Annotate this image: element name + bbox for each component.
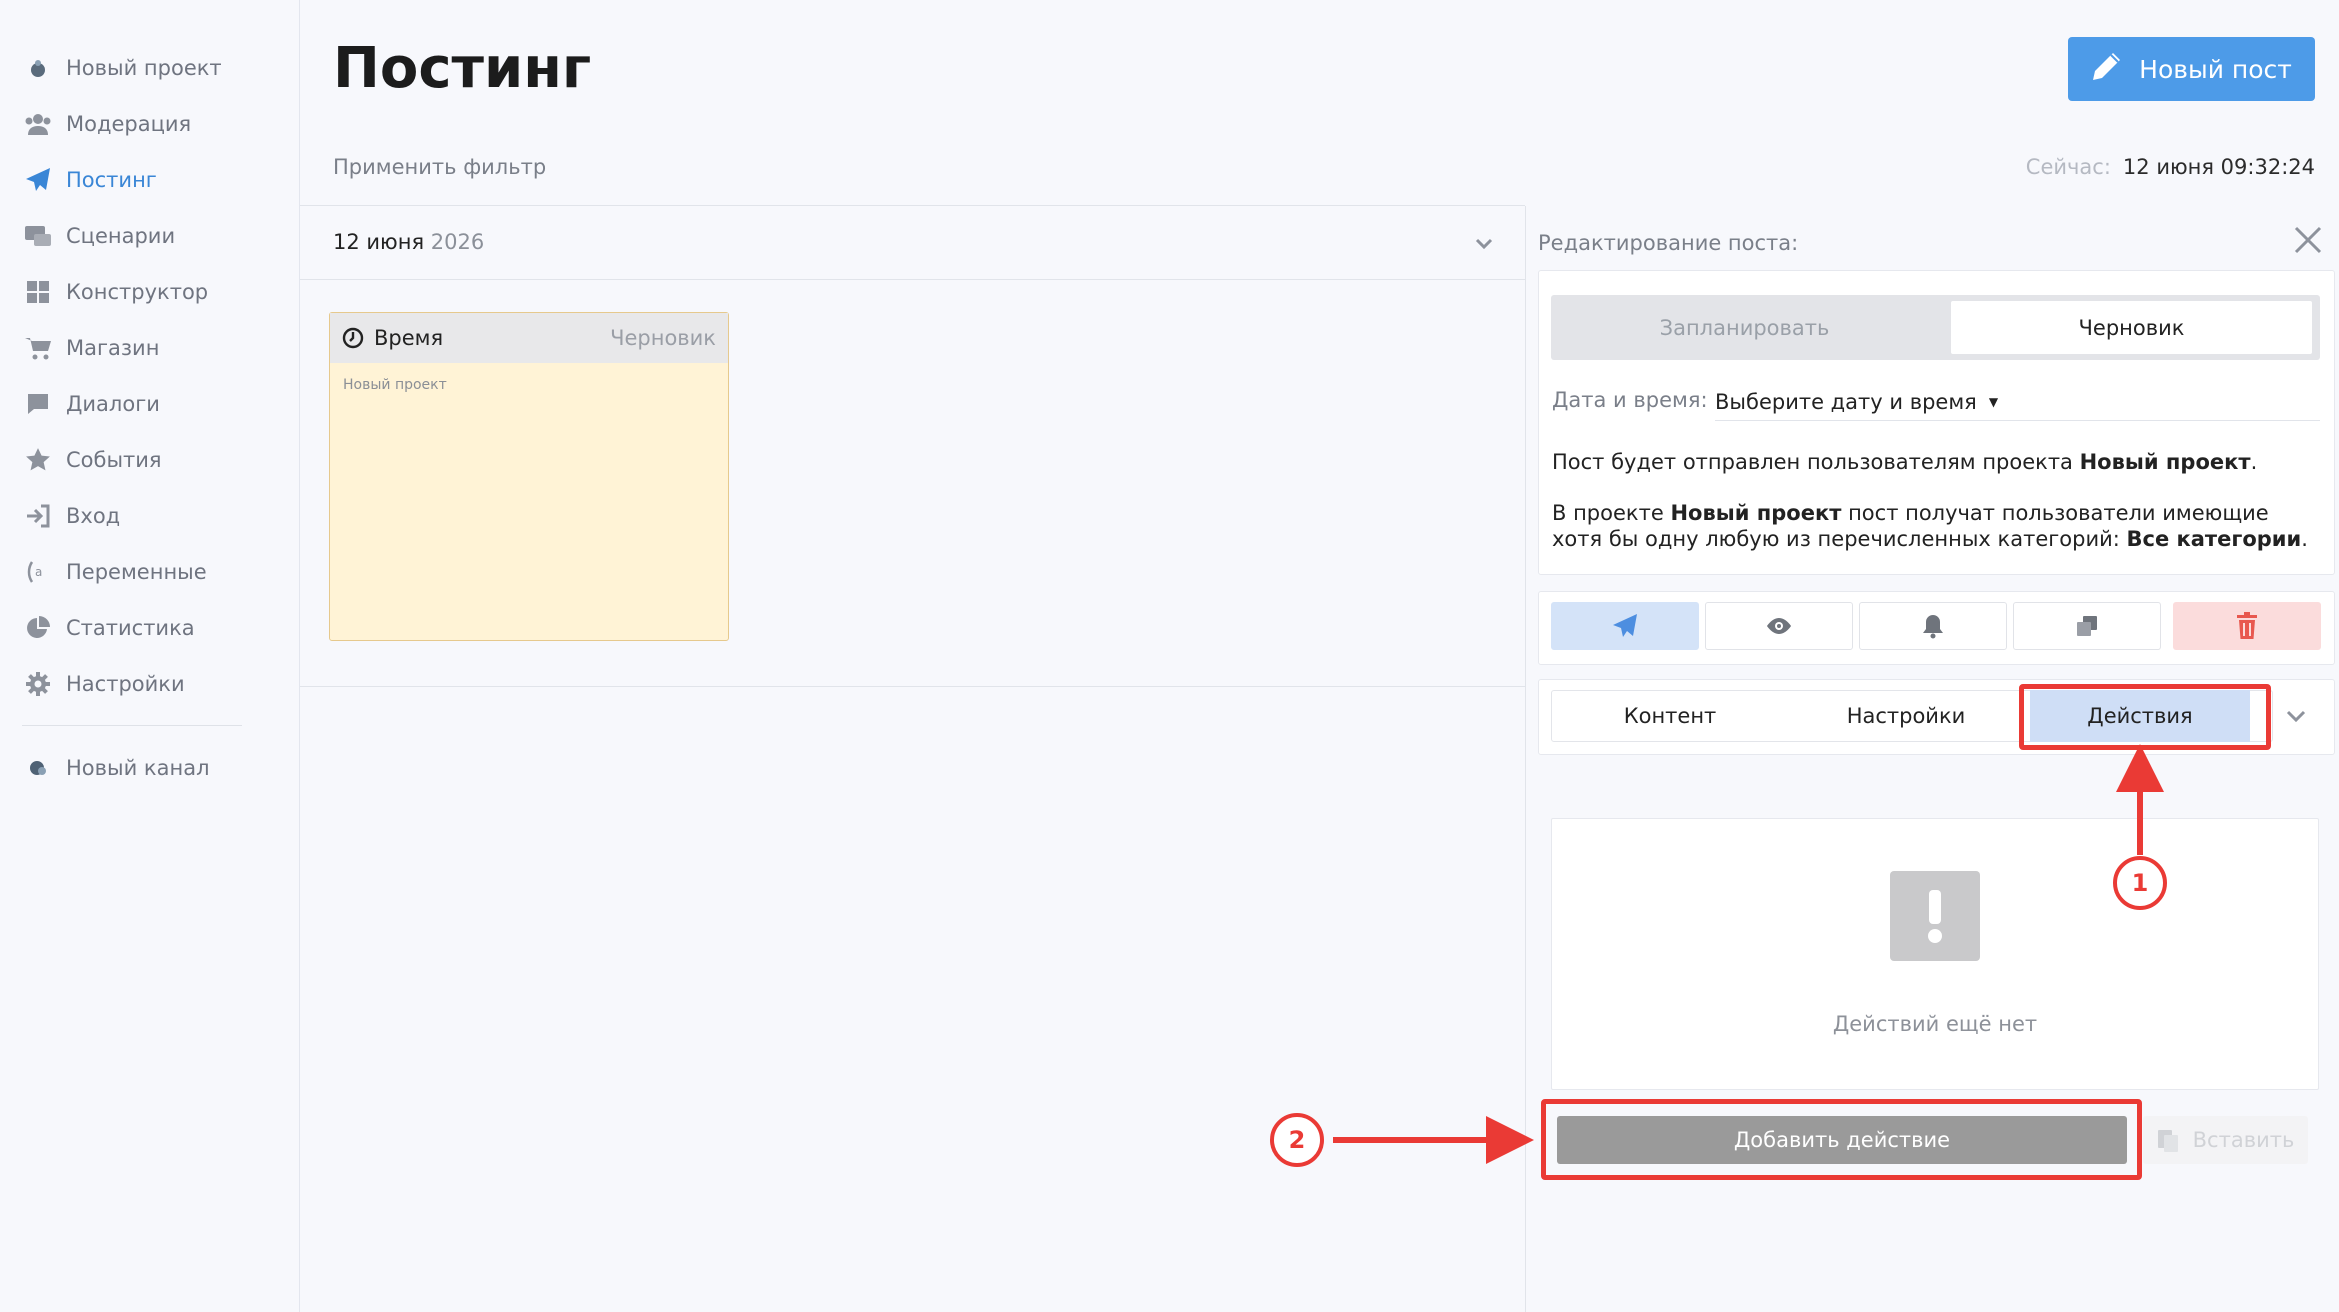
- sidebar-item-label: Новый канал: [66, 756, 210, 780]
- post-card-time-label: Время: [374, 326, 444, 350]
- new-post-label: Новый пост: [2139, 54, 2292, 84]
- paper-plane-icon: [22, 164, 54, 196]
- sidebar-item-new-channel[interactable]: Новый канал: [22, 748, 210, 788]
- sidebar-item-constructor[interactable]: Конструктор: [22, 272, 208, 312]
- datetime-select-value: Выберите дату и время: [1715, 389, 1977, 414]
- sidebar-item-label: Вход: [66, 504, 121, 528]
- sidebar-item-label: События: [66, 448, 162, 472]
- variables-icon: a: [22, 556, 54, 588]
- sidebar-item-login[interactable]: Вход: [22, 496, 120, 536]
- sidebar-item-label: Переменные: [66, 560, 207, 584]
- sidebar: Новый проект Модерация Постинг Сценарии …: [0, 0, 300, 1312]
- paper-plane-icon: [1613, 614, 1637, 637]
- toggle-draft[interactable]: Черновик: [1951, 301, 2312, 354]
- paste-icon: [2157, 1130, 2178, 1152]
- tab-content[interactable]: Контент: [1552, 690, 1788, 742]
- edit-panel-title: Редактирование поста:: [1538, 231, 1799, 255]
- highlight-actions-tab: [2019, 684, 2271, 750]
- post-card-project: Новый проект: [343, 377, 447, 393]
- toggle-schedule[interactable]: Запланировать: [1557, 301, 1932, 354]
- sidebar-item-label: Статистика: [66, 616, 195, 640]
- paste-label: Вставить: [2192, 1128, 2295, 1152]
- date-group-label: 12 июня 2026: [333, 230, 484, 254]
- sidebar-item-new-project[interactable]: Новый проект: [22, 48, 222, 88]
- project-avatar-icon: [22, 52, 54, 84]
- clock-icon: [342, 327, 364, 349]
- trash-icon: [2237, 612, 2257, 639]
- sidebar-item-posting[interactable]: Постинг: [22, 160, 157, 200]
- date-group-header[interactable]: 12 июня 2026: [300, 206, 1525, 280]
- gear-icon: [22, 668, 54, 700]
- sidebar-item-scenarios[interactable]: Сценарии: [22, 216, 175, 256]
- paste-button[interactable]: Вставить: [2143, 1116, 2308, 1164]
- exclamation-icon: [1890, 871, 1980, 961]
- project-name: Новый проект: [2079, 450, 2251, 474]
- post-card-status: Черновик: [610, 326, 716, 350]
- send-button[interactable]: [1551, 602, 1699, 650]
- post-recipients-text: Пост будет отправлен пользователям проек…: [1552, 450, 2258, 474]
- new-post-button[interactable]: Новый пост: [2068, 37, 2315, 101]
- eye-icon: [1767, 618, 1791, 634]
- post-card-time: Время: [342, 326, 443, 350]
- sidebar-item-statistics[interactable]: Статистика: [22, 608, 195, 648]
- sidebar-item-variables[interactable]: a Переменные: [22, 552, 207, 592]
- pie-chart-icon: [22, 612, 54, 644]
- preview-button[interactable]: [1705, 602, 1853, 650]
- tab-settings[interactable]: Настройки: [1788, 690, 2024, 742]
- categories-value: Все категории: [2126, 527, 2302, 551]
- apply-filter-link[interactable]: Применить фильтр: [333, 155, 546, 179]
- empty-state-text: Действий ещё нет: [1832, 1012, 2038, 1036]
- users-icon: [22, 108, 54, 140]
- schedule-draft-toggle: Запланировать Черновик: [1551, 295, 2320, 360]
- copy-icon: [2077, 616, 2097, 636]
- post-categories-text: В проекте Новый проект пост получат поль…: [1552, 501, 2308, 551]
- chevron-down-icon[interactable]: [1471, 230, 1497, 256]
- post-card[interactable]: Время Черновик Новый проект: [329, 312, 729, 641]
- current-time: Сейчас: 12 июня 09:32:24: [2026, 155, 2315, 179]
- sidebar-item-label: Сценарии: [66, 224, 176, 248]
- svg-text:a: a: [35, 565, 42, 579]
- sidebar-item-label: Диалоги: [66, 392, 160, 416]
- sidebar-item-label: Конструктор: [66, 280, 209, 304]
- pencil-icon: [2091, 50, 2123, 88]
- notification-button[interactable]: [1859, 602, 2007, 650]
- bell-icon: [1923, 615, 1943, 639]
- current-time-value: 12 июня 09:32:24: [2122, 155, 2315, 179]
- sidebar-item-label: Постинг: [66, 168, 157, 192]
- sidebar-item-dialogs[interactable]: Диалоги: [22, 384, 160, 424]
- star-icon: [22, 444, 54, 476]
- divider: [300, 686, 1525, 687]
- page-title: Постинг: [333, 36, 592, 101]
- chat-bubble-icon: [22, 388, 54, 420]
- sidebar-item-label: Настройки: [66, 672, 185, 696]
- sidebar-item-moderation[interactable]: Модерация: [22, 104, 191, 144]
- datetime-label: Дата и время:: [1552, 388, 1708, 412]
- date-group-year: 2026: [430, 230, 485, 254]
- sidebar-item-settings[interactable]: Настройки: [22, 664, 185, 704]
- sidebar-item-label: Модерация: [66, 112, 192, 136]
- current-time-label: Сейчас:: [2025, 155, 2111, 179]
- post-card-header: Время Черновик: [330, 313, 728, 363]
- copy-button[interactable]: [2013, 602, 2161, 650]
- scenarios-icon: [22, 220, 54, 252]
- chevron-down-icon[interactable]: [2282, 702, 2310, 730]
- cart-icon: [22, 332, 54, 364]
- date-group-day: 12 июня: [333, 230, 425, 254]
- grid-icon: [22, 276, 54, 308]
- datetime-select[interactable]: Выберите дату и время ▼: [1715, 383, 2320, 421]
- caret-down-icon: ▼: [1988, 394, 1999, 409]
- highlight-add-action-button: [1541, 1099, 2142, 1180]
- project-name: Новый проект: [1670, 501, 1842, 525]
- annotation-badge-1: 1: [2113, 856, 2167, 910]
- sidebar-divider: [22, 725, 242, 726]
- annotation-badge-2: 2: [1270, 1113, 1324, 1167]
- sidebar-item-label: Новый проект: [66, 56, 222, 80]
- delete-button[interactable]: [2173, 602, 2321, 650]
- sidebar-item-shop[interactable]: Магазин: [22, 328, 159, 368]
- sidebar-item-label: Магазин: [66, 336, 160, 360]
- sign-in-icon: [22, 500, 54, 532]
- close-icon[interactable]: [2292, 224, 2324, 256]
- sidebar-item-events[interactable]: События: [22, 440, 162, 480]
- channel-avatar-icon: [22, 752, 54, 784]
